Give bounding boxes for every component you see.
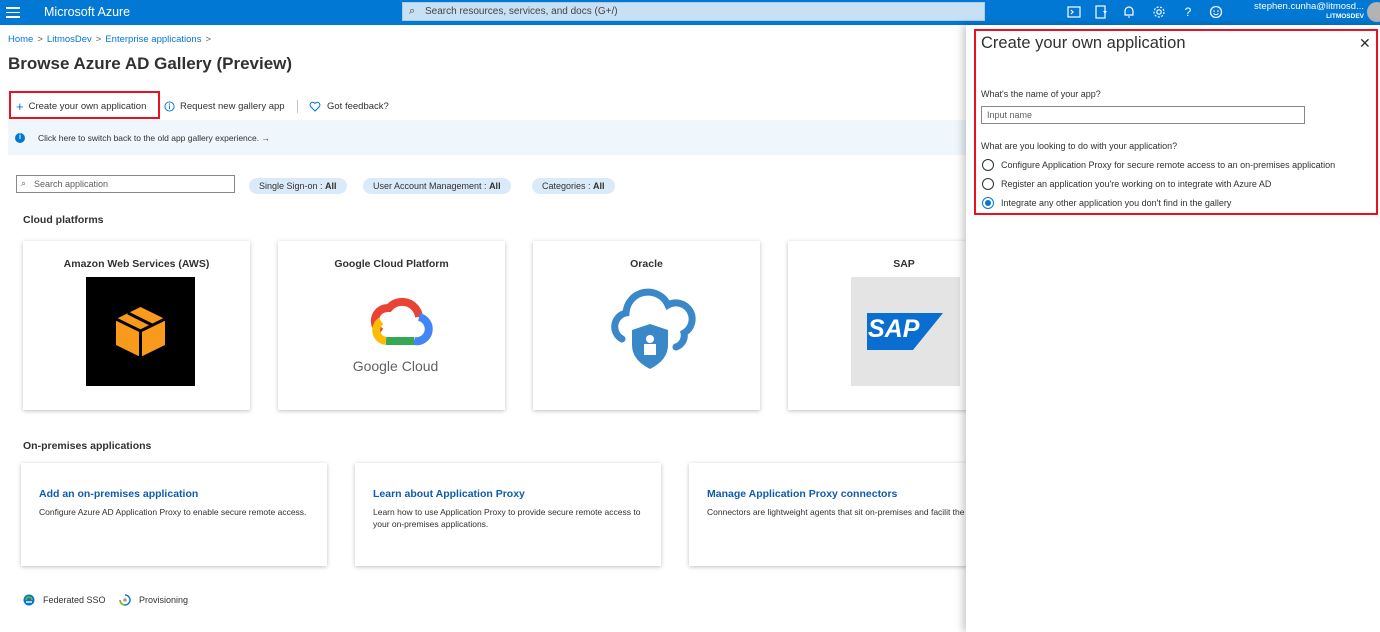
option-register-app-radio[interactable]: Register an application you're working o…	[982, 178, 1271, 190]
search-icon: ⌕	[21, 178, 27, 188]
option-non-gallery-label: Integrate any other application you don'…	[1001, 198, 1232, 208]
federated-sso-label: Federated SSO	[43, 595, 106, 605]
breadcrumb-separator: >	[37, 34, 43, 45]
add-on-premises-card[interactable]: Add an on-premises application Configure…	[21, 463, 327, 566]
manage-connectors-description: Connectors are lightweight agents that s…	[707, 507, 969, 517]
search-application-placeholder: Search application	[34, 179, 109, 189]
user-tenant: LITMOSDEV	[1326, 13, 1364, 20]
page-title: Browse Azure AD Gallery (Preview)	[8, 54, 293, 73]
close-icon[interactable]: ✕	[1359, 35, 1371, 52]
option-non-gallery-radio[interactable]: Integrate any other application you don'…	[982, 197, 1231, 209]
manage-connectors-card[interactable]: Manage Application Proxy connectors Conn…	[689, 463, 969, 566]
add-on-premises-link[interactable]: Add an on-premises application	[39, 488, 198, 500]
option-app-proxy-label: Configure Application Proxy for secure r…	[1001, 160, 1336, 170]
breadcrumb-tenant[interactable]: LitmosDev	[47, 34, 92, 45]
create-own-app-label: Create your own application	[28, 100, 147, 112]
uam-filter-value: All	[489, 181, 501, 191]
legend-provisioning: Provisioning	[119, 594, 188, 606]
breadcrumb-separator: >	[95, 34, 102, 45]
feedback-icon[interactable]	[1208, 4, 1224, 20]
search-application-input[interactable]: ⌕ Search application	[16, 175, 235, 193]
info-icon: i	[15, 133, 25, 143]
uam-filter-pill[interactable]: User Account Management : All	[363, 178, 511, 194]
learn-app-proxy-card[interactable]: Learn about Application Proxy Learn how …	[355, 463, 661, 566]
categories-filter-label: Categories :	[542, 181, 594, 191]
app-name-label: What's the name of your app?	[981, 89, 1101, 99]
option-app-proxy-radio[interactable]: Configure Application Proxy for secure r…	[982, 159, 1335, 171]
breadcrumb: Home > LitmosDev > Enterprise applications >	[8, 34, 215, 45]
breadcrumb-separator: >	[205, 34, 212, 45]
heart-icon	[309, 101, 321, 112]
categories-filter-value: All	[593, 181, 605, 191]
sso-filter-label: Single Sign-on :	[259, 181, 326, 191]
feedback-label: Got feedback?	[327, 100, 389, 112]
gcp-card-name: Google Cloud Platform	[334, 258, 449, 270]
google-cloud-logo-text: Google Cloud	[352, 358, 439, 374]
help-icon[interactable]: ?	[1180, 4, 1196, 20]
request-gallery-app-label: Request new gallery app	[180, 100, 285, 112]
aws-logo	[86, 277, 195, 386]
purpose-label: What are you looking to do with your app…	[981, 141, 1178, 151]
request-gallery-app-button[interactable]: Request new gallery app	[164, 96, 285, 116]
account-menu[interactable]: stephen.cunha@litmosd... LITMOSDEV	[1246, 1, 1364, 20]
breadcrumb-enterprise-apps[interactable]: Enterprise applications	[105, 34, 201, 45]
federated-sso-icon	[23, 594, 35, 606]
cloud-platforms-title: Cloud platforms	[23, 214, 104, 226]
menu-icon[interactable]	[6, 4, 20, 20]
add-on-premises-description: Configure Azure AD Application Proxy to …	[39, 507, 307, 517]
cloud-shell-icon[interactable]	[1066, 4, 1082, 20]
categories-filter-pill[interactable]: Categories : All	[532, 178, 615, 194]
notifications-icon[interactable]	[1121, 4, 1137, 20]
option-register-app-label: Register an application you're working o…	[1001, 179, 1272, 189]
settings-icon[interactable]	[1151, 4, 1167, 20]
uam-filter-label: User Account Management :	[373, 181, 490, 191]
command-divider	[297, 100, 298, 113]
breadcrumb-home[interactable]: Home	[8, 34, 33, 45]
sap-card[interactable]: SAP SAP	[788, 241, 968, 410]
sap-logo-text: SAP	[868, 315, 920, 343]
global-search-placeholder: Search resources, services, and docs (G+…	[425, 6, 618, 17]
aws-card[interactable]: Amazon Web Services (AWS)	[23, 241, 250, 410]
brand-name[interactable]: Microsoft Azure	[44, 5, 130, 19]
on-premises-title: On-premises applications	[23, 440, 152, 452]
banner-text: Click here to switch back to the old app…	[38, 133, 270, 143]
avatar[interactable]	[1367, 2, 1380, 22]
global-search-input[interactable]: ⌕ Search resources, services, and docs (…	[402, 2, 985, 21]
app-name-input[interactable]: Input name	[981, 106, 1305, 124]
info-icon	[164, 100, 175, 112]
radio-button-selected[interactable]	[982, 197, 994, 209]
search-icon: ⌕	[409, 5, 416, 17]
directory-filter-icon[interactable]	[1093, 4, 1109, 20]
radio-button[interactable]	[982, 178, 994, 190]
learn-app-proxy-link[interactable]: Learn about Application Proxy	[373, 488, 525, 500]
manage-connectors-link[interactable]: Manage Application Proxy connectors	[707, 488, 897, 500]
learn-app-proxy-description: Learn how to use Application Proxy to pr…	[373, 507, 641, 529]
sso-filter-pill[interactable]: Single Sign-on : All	[249, 178, 347, 194]
oracle-card-name: Oracle	[630, 258, 663, 270]
aws-card-name: Amazon Web Services (AWS)	[63, 258, 210, 270]
app-name-placeholder: Input name	[987, 110, 1033, 120]
legend-federated-sso: Federated SSO	[23, 594, 106, 606]
provisioning-icon	[119, 594, 131, 606]
gcp-card[interactable]: Google Cloud Platform Google Cloud	[278, 241, 505, 410]
old-gallery-banner[interactable]: i Click here to switch back to the old a…	[8, 120, 968, 155]
feedback-button[interactable]: Got feedback?	[309, 96, 389, 116]
user-email: stephen.cunha@litmosd...	[1254, 1, 1364, 12]
top-bar: Microsoft Azure ⌕ Search resources, serv…	[0, 0, 1380, 25]
panel-title: Create your own application	[981, 34, 1186, 52]
oracle-cloud-shield-icon	[596, 277, 705, 386]
sso-filter-value: All	[325, 181, 337, 191]
radio-button[interactable]	[982, 159, 994, 171]
sap-logo: SAP	[851, 277, 960, 386]
create-own-app-button[interactable]: + Create your own application	[16, 96, 146, 116]
oracle-card[interactable]: Oracle	[533, 241, 760, 410]
provisioning-label: Provisioning	[139, 595, 189, 605]
plus-icon: +	[16, 98, 24, 114]
